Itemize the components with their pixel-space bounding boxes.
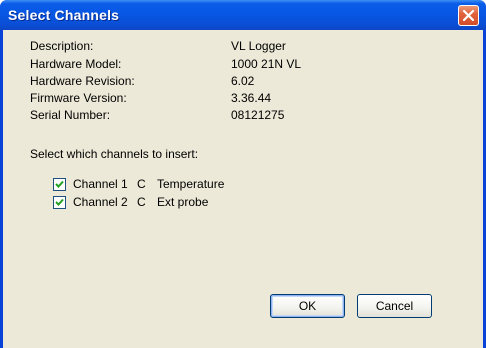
info-key: Hardware Model:: [30, 57, 122, 71]
ok-button-label: OK: [298, 299, 317, 313]
info-value: 08121275: [231, 108, 285, 122]
channel-unit: C: [137, 177, 146, 191]
channel-name: Temperature: [157, 177, 225, 191]
checkmark-icon: [55, 198, 64, 206]
ok-button[interactable]: OK: [270, 294, 345, 318]
cancel-button[interactable]: Cancel: [357, 294, 432, 318]
checkmark-icon: [55, 180, 64, 188]
channel-checkbox[interactable]: [53, 196, 66, 209]
dialog-body: Description: VL Logger Hardware Model: 1…: [3, 30, 483, 348]
channel-name: Ext probe: [157, 195, 209, 209]
channel-label: Channel 1: [73, 177, 128, 191]
info-value: VL Logger: [231, 39, 286, 53]
close-button[interactable]: [458, 5, 479, 26]
info-value: 6.02: [231, 74, 255, 88]
channel-label: Channel 2: [73, 195, 128, 209]
cancel-button-label: Cancel: [375, 299, 414, 313]
info-key: Description:: [30, 39, 94, 53]
info-value: 1000 21N VL: [231, 57, 302, 71]
channel-checkbox[interactable]: [53, 178, 66, 191]
info-key: Hardware Revision:: [30, 74, 135, 88]
close-icon: [462, 9, 475, 22]
info-value: 3.36.44: [231, 91, 272, 105]
channel-unit: C: [137, 195, 146, 209]
title-bar[interactable]: Select Channels: [0, 0, 486, 30]
info-key: Firmware Version:: [30, 91, 127, 105]
window-title: Select Channels: [8, 7, 120, 23]
channels-prompt: Select which channels to insert:: [30, 147, 199, 161]
select-channels-dialog: Select Channels Description: VL Logger H…: [0, 0, 486, 348]
info-key: Serial Number:: [30, 108, 111, 122]
